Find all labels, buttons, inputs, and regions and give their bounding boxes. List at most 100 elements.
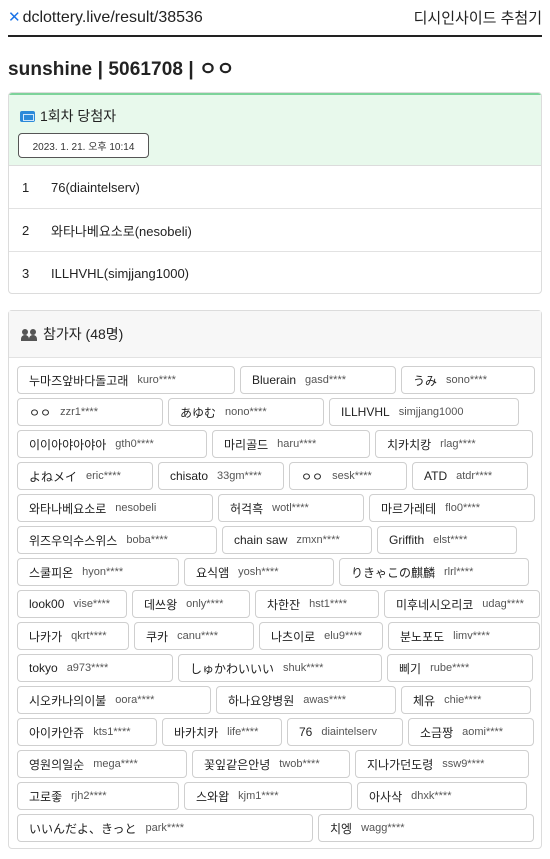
winner-row: 3 ILLHVHL(simjjang1000) [9, 252, 541, 293]
participant-chip: ㅇㅇ sesk**** [289, 462, 407, 490]
participant-row: 누마즈앞바다돌고래 kuro**** Bluerain gasd**** うみ sono*… [17, 366, 535, 394]
participant-nickname: よねメイ [29, 469, 78, 484]
participants-card: 참가자 (48명) 누마즈앞바다돌고래 kuro**** Bluerain gasd*… [8, 310, 542, 849]
participant-id: hst1**** [309, 598, 348, 610]
participant-chip: りきゃこの麒麟 rlrl**** [339, 558, 529, 586]
participant-id: oora**** [115, 694, 155, 706]
winner-name: 76(diaintelserv) [51, 179, 140, 195]
participant-id: awas**** [303, 694, 347, 706]
participant-nickname: 바카치카 [174, 725, 219, 740]
participant-id: vise**** [73, 598, 111, 610]
winners-title: 1회차 당첨자 [20, 106, 116, 126]
participant-nickname: 스와왑 [196, 789, 230, 804]
participant-nickname: 소금짱 [420, 725, 454, 740]
participant-chip: Griffith elst**** [377, 526, 517, 554]
participant-id: elu9**** [324, 630, 363, 642]
participant-id: rlrl**** [444, 566, 474, 578]
participant-nickname: 스쿨피온 [29, 565, 74, 580]
participant-row: ㅇㅇ zzr1**** あゆむ nono**** ILLHVHL simjjang1000 [17, 398, 534, 426]
participant-id: 33gm**** [217, 470, 262, 482]
participant-nickname: 요식앰 [196, 565, 230, 580]
users-icon [21, 328, 38, 341]
participant-nickname: 고로좋 [29, 789, 63, 804]
participant-nickname: 허걱흑 [230, 501, 264, 516]
participant-chip: うみ sono**** [401, 366, 535, 394]
site-link[interactable]: ✕ dclottery.live/result/38536 [8, 9, 203, 27]
participant-nickname: 쿠카 [146, 629, 169, 644]
participant-row: 영원의일순 mega**** 꽃잎같은안녕 twob**** 지나가던도령 ssw9***… [17, 750, 534, 778]
participant-nickname: いいんだよ、きっと [29, 821, 137, 836]
participant-id: kjm1**** [238, 790, 279, 802]
participant-chip: 지나가던도령 ssw9**** [355, 750, 529, 778]
participant-chip: ATD atdr**** [412, 462, 528, 490]
participant-id: wagg**** [361, 822, 405, 834]
participant-id: aomi**** [462, 726, 504, 738]
participant-id: gth0**** [115, 438, 154, 450]
top-bar: ✕ dclottery.live/result/38536 디시인사이드 추첨기 [8, 0, 542, 37]
participant-id: a973**** [66, 662, 109, 674]
participant-chip: いいんだよ、きっと park**** [17, 814, 313, 842]
ticket-icon [20, 110, 35, 122]
participant-nickname: chain saw [234, 533, 288, 547]
participant-nickname: Bluerain [252, 373, 297, 387]
participant-nickname: あゆむ [180, 405, 217, 420]
participant-row: 와타나베요소로 nesobeli 허걱흑 wotl**** 마르가레테 flo0**** [17, 494, 535, 522]
participant-id: shuk**** [283, 662, 324, 674]
participant-chip: 차한잔 hst1**** [255, 590, 379, 618]
participant-id: haru**** [277, 438, 317, 450]
participant-id: only**** [186, 598, 224, 610]
participant-chip: 76 diaintelserv [287, 718, 403, 746]
participant-row: 나카가 qkrt**** 쿠카 canu**** 나츠이로 elu9**** 분노포도 lim… [17, 622, 540, 650]
participant-nickname: Griffith [389, 533, 425, 547]
participant-nickname: 차한잔 [267, 597, 301, 612]
participant-chip: 하나요양병원 awas**** [216, 686, 396, 714]
participant-id: park**** [145, 822, 185, 834]
participant-chip: 스쿨피온 hyon**** [17, 558, 179, 586]
participant-row: 스쿨피온 hyon**** 요식앰 yosh**** りきゃこの麒麟 rlrl**** [17, 558, 534, 586]
participant-chip: 체유 chie**** [401, 686, 531, 714]
participant-id: mega**** [93, 758, 138, 770]
participant-nickname: 와타나베요소로 [29, 501, 107, 516]
participant-nickname: 꽃잎같은안녕 [204, 757, 271, 772]
participant-nickname: ㅇㅇ [29, 405, 52, 420]
winner-rank: 1 [22, 179, 30, 195]
participant-nickname: ㅇㅇ [301, 469, 324, 484]
participant-nickname: 나카가 [29, 629, 63, 644]
participant-id: boba**** [126, 534, 168, 546]
participant-nickname: 미후네시오리코 [396, 597, 474, 612]
participant-nickname: 치엥 [330, 821, 353, 836]
participant-id: wotl**** [272, 502, 309, 514]
participant-nickname: look00 [29, 597, 65, 611]
participant-nickname: 분노포도 [400, 629, 445, 644]
participant-nickname: chisato [170, 469, 209, 483]
draw-date: 2023. 1. 21. 오후 10:14 [18, 133, 149, 158]
participant-id: atdr**** [456, 470, 493, 482]
participant-row: 시오카나의이불 oora**** 하나요양병원 awas**** 체유 chie**** [17, 686, 534, 714]
participant-id: kuro**** [137, 374, 176, 386]
participant-row: いいんだよ、きっと park**** 치엥 wagg**** [17, 814, 534, 842]
participant-chip: ㅇㅇ zzr1**** [17, 398, 163, 426]
participant-nickname: 아사삭 [369, 789, 403, 804]
participant-nickname: 아이카안쥬 [29, 725, 85, 740]
participant-nickname: 누마즈앞바다돌고래 [29, 373, 129, 388]
winner-list: 1 76(diaintelserv) 2 와타나베요소로(nesobeli) 3 ILLH… [9, 166, 541, 293]
participant-chip: 이이아야아야아 gth0**** [17, 430, 207, 458]
participant-chip: 영원의일순 mega**** [17, 750, 187, 778]
participant-nickname: うみ [413, 373, 438, 388]
participant-chip: 나카가 qkrt**** [17, 622, 129, 650]
participant-list: 누마즈앞바다돌고래 kuro**** Bluerain gasd**** うみ sono*… [17, 366, 540, 846]
participant-id: udag**** [482, 598, 524, 610]
participant-nickname: 삐기 [399, 661, 422, 676]
participant-nickname: ATD [424, 469, 448, 483]
participant-nickname: 나츠이로 [271, 629, 316, 644]
participant-nickname: 데쓰왕 [144, 597, 178, 612]
participant-row: look00 vise**** 데쓰왕 only**** 차한잔 hst1**** 미후네시… [17, 590, 540, 618]
participant-id: sono**** [446, 374, 487, 386]
participant-nickname: 이이아야아야아 [29, 437, 107, 452]
participant-id: sesk**** [332, 470, 372, 482]
participant-chip: ILLHVHL simjjang1000 [329, 398, 519, 426]
winner-name: 와타나베요소로(nesobeli) [51, 223, 192, 239]
nav-link-dcinside-lottery[interactable]: 디시인사이드 추첨기 [414, 7, 542, 28]
participant-id: zmxn**** [296, 534, 340, 546]
site-url: dclottery.live/result/38536 [22, 8, 203, 26]
